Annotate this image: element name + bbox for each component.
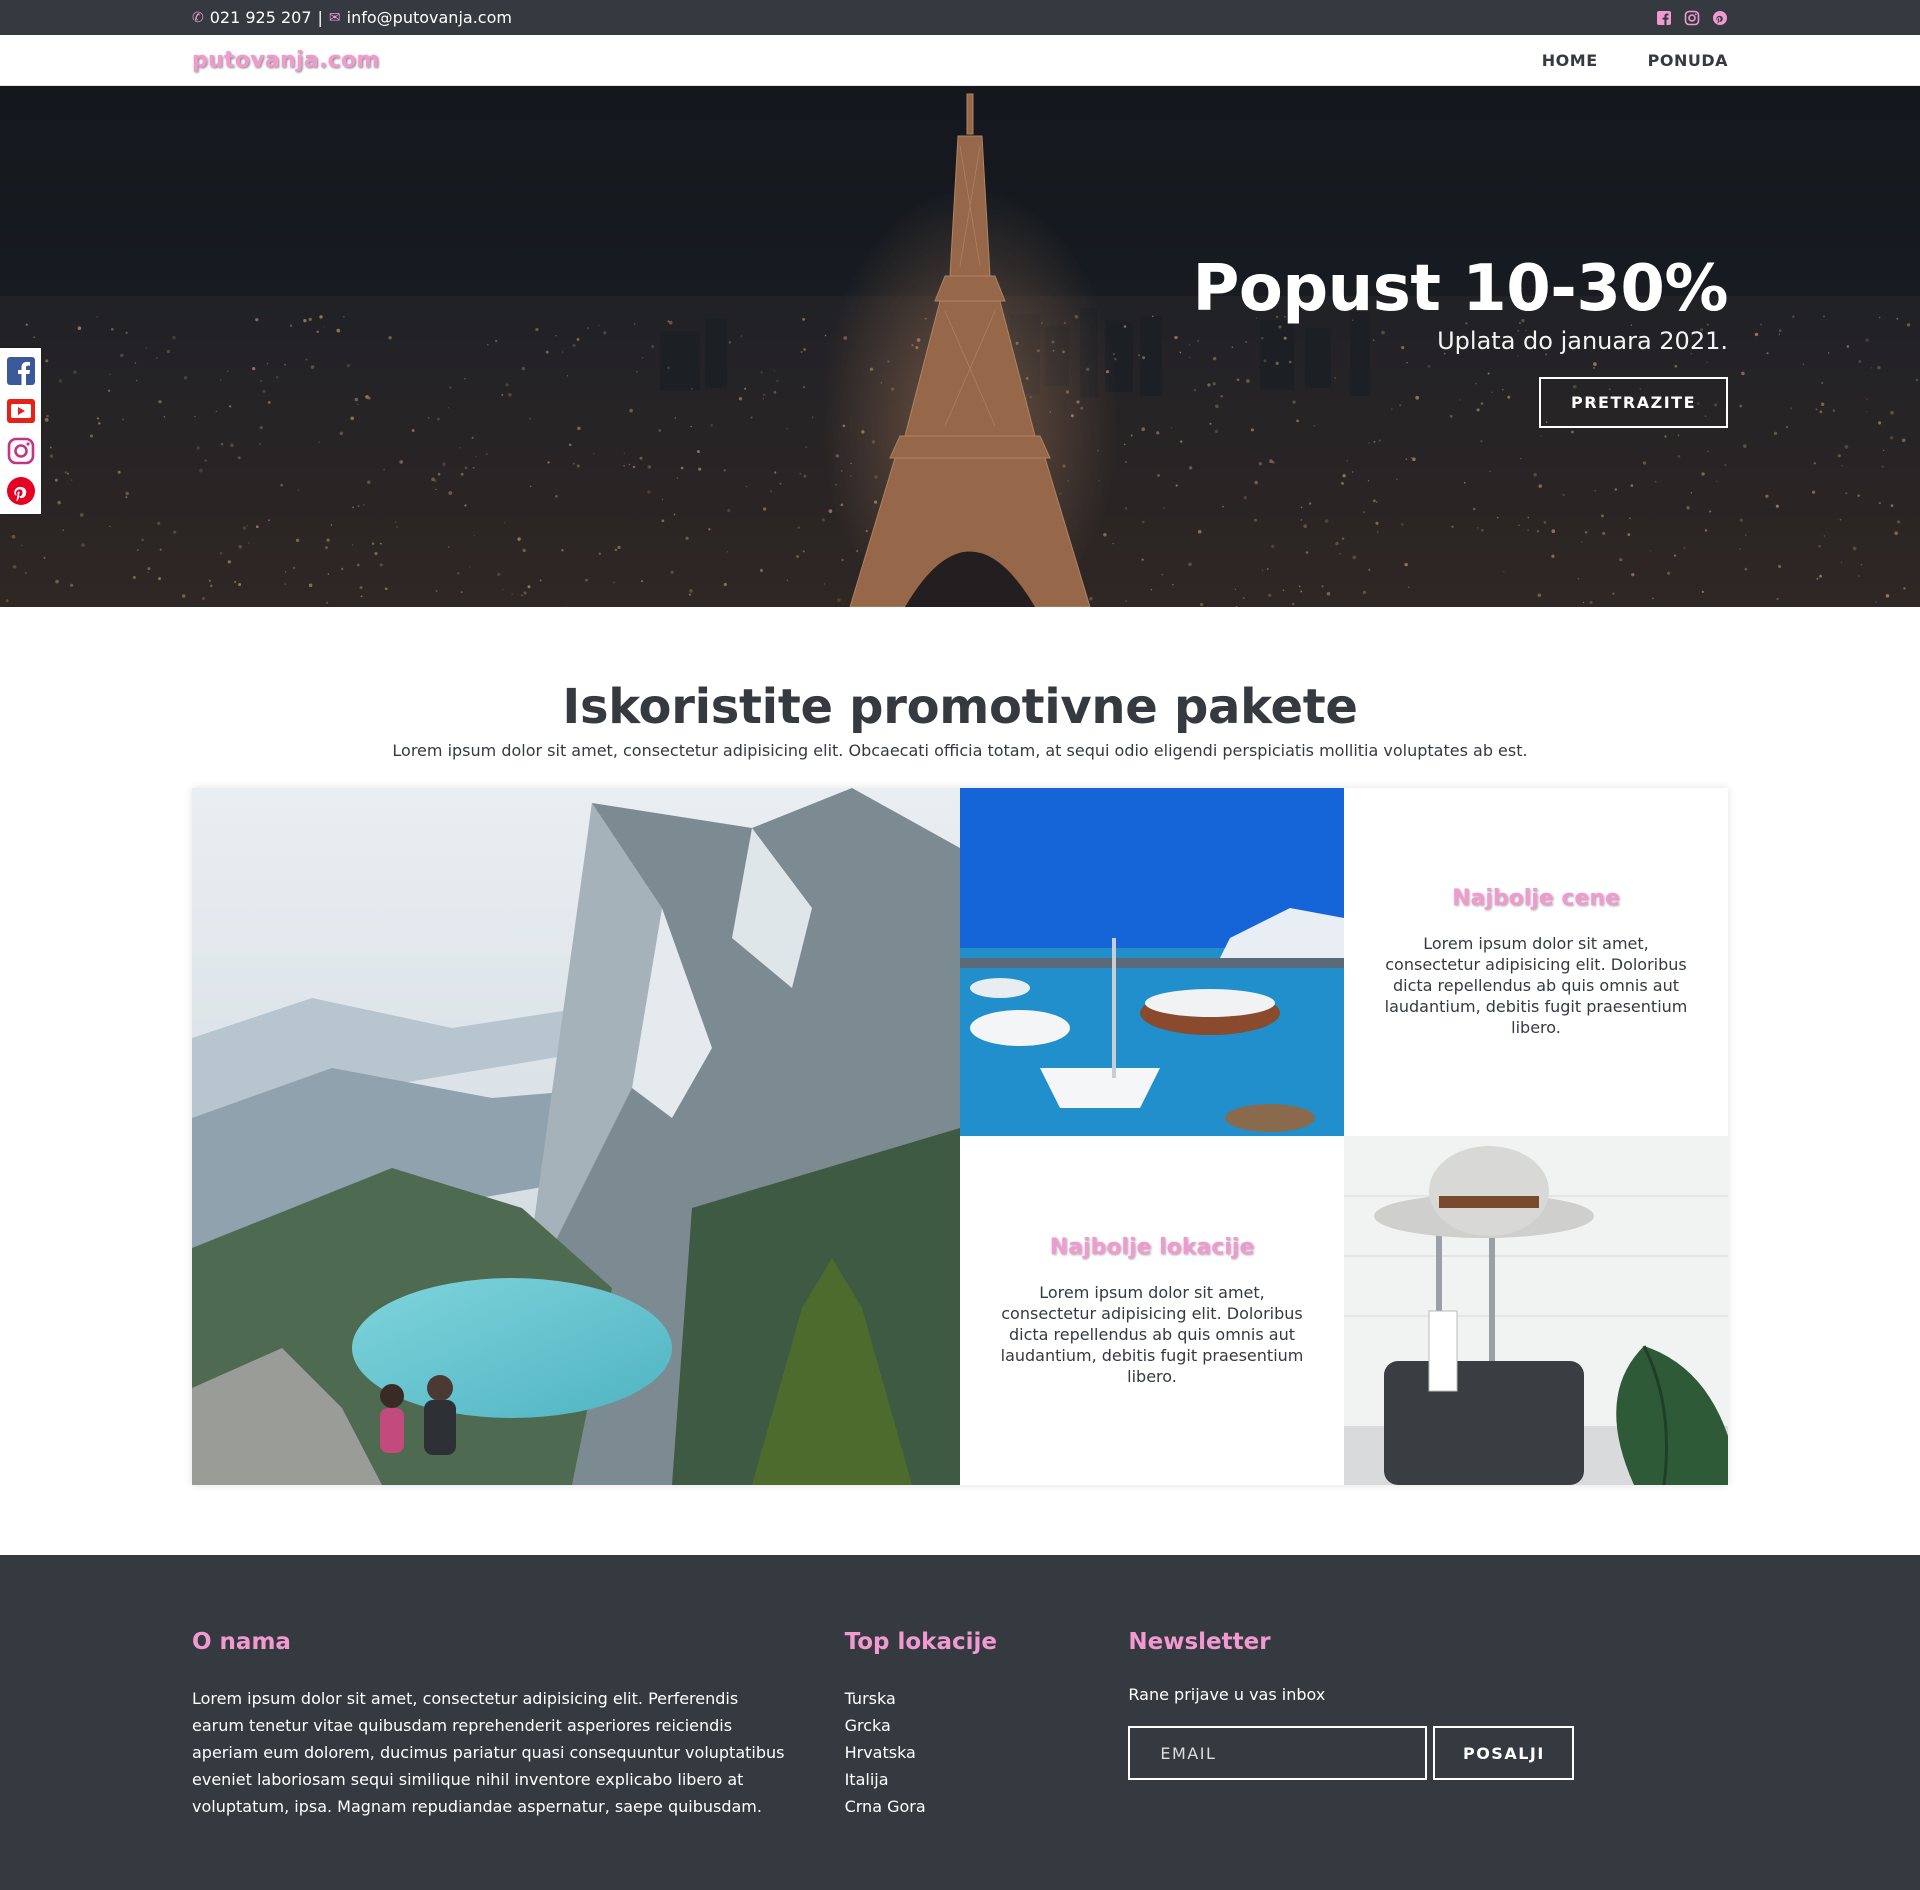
newsletter-send-button[interactable]: POSALJI xyxy=(1433,1726,1575,1780)
phone-icon: ✆ xyxy=(192,9,204,26)
nav-links: HOME PONUDA xyxy=(1542,51,1728,70)
nav-home-link[interactable]: HOME xyxy=(1542,51,1598,70)
topbar-socials xyxy=(1656,10,1728,26)
envelope-icon: ✉ xyxy=(328,9,341,26)
newsletter-email-input[interactable] xyxy=(1128,1726,1428,1780)
facebook-icon[interactable] xyxy=(6,356,36,386)
footer-about: O nama Lorem ipsum dolor sit amet, conse… xyxy=(192,1629,845,1890)
top-locations-list: Turska Grcka Hrvatska Italija Crna Gora xyxy=(845,1685,1129,1820)
side-social-rail xyxy=(0,348,41,514)
footer-about-text: Lorem ipsum dolor sit amet, consectetur … xyxy=(192,1689,785,1816)
location-link[interactable]: Grcka xyxy=(845,1712,1129,1739)
hero-banner: Popust 10-30% Uplata do januara 2021. PR… xyxy=(0,86,1920,607)
card-body: Lorem ipsum dolor sit amet, consectetur … xyxy=(1000,1282,1304,1386)
pinterest-icon[interactable] xyxy=(6,476,36,506)
separator: | xyxy=(317,8,323,27)
main-navbar: putovanja.com HOME PONUDA xyxy=(0,35,1920,86)
youtube-icon[interactable] xyxy=(6,396,36,426)
phone-number[interactable]: 021 925 207 xyxy=(210,8,312,27)
promo-card-best-locations: Najbolje lokacije Lorem ipsum dolor sit … xyxy=(960,1136,1344,1485)
pinterest-icon[interactable] xyxy=(1712,10,1728,26)
top-bar: ✆ 021 925 207 | ✉ info@putovanja.com xyxy=(0,0,1920,35)
location-link[interactable]: Italija xyxy=(845,1766,1129,1793)
instagram-icon[interactable] xyxy=(6,436,36,466)
suitcase-hat-image xyxy=(1344,1136,1728,1485)
promo-title: Iskoristite promotivne pakete xyxy=(562,679,1358,735)
newsletter-form: POSALJI xyxy=(1128,1726,1728,1780)
footer-news-text: Rane prijave u vas inbox xyxy=(1128,1685,1326,1704)
location-link[interactable]: Hrvatska xyxy=(845,1739,1129,1766)
promo-grid: Najbolje cene Lorem ipsum dolor sit amet… xyxy=(192,788,1728,1485)
footer-about-title: O nama xyxy=(192,1629,291,1655)
hero-text: Popust 10-30% Uplata do januara 2021. PR… xyxy=(1192,252,1728,429)
harbor-boats-image xyxy=(960,788,1344,1136)
location-link[interactable]: Crna Gora xyxy=(845,1793,1129,1820)
email-address[interactable]: info@putovanja.com xyxy=(347,8,512,27)
footer-newsletter: Newsletter Rane prijave u vas inbox POSA… xyxy=(1128,1629,1728,1890)
promo-section: Iskoristite promotivne pakete Lorem ipsu… xyxy=(0,679,1920,760)
hero-subtitle: Uplata do januara 2021. xyxy=(1437,327,1728,356)
card-title: Najbolje cene xyxy=(1452,886,1620,911)
location-link[interactable]: Turska xyxy=(845,1685,1129,1712)
nav-ponuda-link[interactable]: PONUDA xyxy=(1648,51,1728,70)
promo-card-best-prices: Najbolje cene Lorem ipsum dolor sit amet… xyxy=(1344,788,1728,1136)
footer-top-locations: Top lokacije Turska Grcka Hrvatska Itali… xyxy=(845,1629,1129,1890)
site-footer: O nama Lorem ipsum dolor sit amet, conse… xyxy=(0,1555,1920,1890)
mountain-lake-image xyxy=(192,788,960,1485)
contact-info: ✆ 021 925 207 | ✉ info@putovanja.com xyxy=(192,8,512,27)
hero-title: Popust 10-30% xyxy=(1192,252,1728,326)
search-button[interactable]: PRETRAZITE xyxy=(1539,377,1728,429)
promo-subtitle: Lorem ipsum dolor sit amet, consectetur … xyxy=(392,741,1528,760)
card-body: Lorem ipsum dolor sit amet, consectetur … xyxy=(1384,934,1688,1037)
footer-top-title: Top lokacije xyxy=(844,1629,997,1655)
card-title: Najbolje lokacije xyxy=(1049,1234,1255,1260)
instagram-icon[interactable] xyxy=(1684,10,1700,26)
facebook-square-icon[interactable] xyxy=(1656,10,1672,26)
footer-news-title: Newsletter xyxy=(1128,1629,1271,1655)
site-logo[interactable]: putovanja.com xyxy=(192,48,380,73)
